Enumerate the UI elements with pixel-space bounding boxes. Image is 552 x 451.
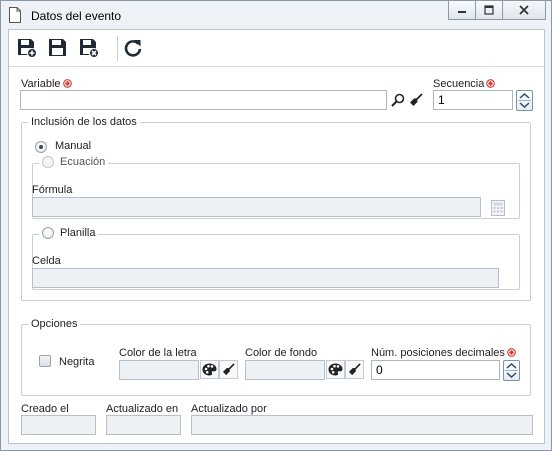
color-letra-label: Color de la letra (119, 347, 197, 359)
refresh-icon (124, 40, 142, 57)
color-fondo-picker-button[interactable] (326, 360, 345, 379)
color-fondo-swatch[interactable] (245, 360, 325, 380)
planilla-radio[interactable] (42, 227, 54, 239)
secuencia-label: Secuencia (433, 78, 485, 90)
save-icon (49, 39, 66, 56)
inclusion-legend: Inclusión de los datos (28, 116, 140, 128)
maximize-icon (484, 5, 494, 15)
actualizado-por-input (191, 415, 533, 435)
manual-radio[interactable] (35, 141, 47, 153)
required-icon (62, 79, 72, 88)
negrita-label: Negrita (59, 356, 95, 368)
secuencia-spinner[interactable] (516, 90, 533, 111)
decimales-label-row: Núm. posiciones decimales (371, 347, 516, 359)
close-icon (519, 5, 529, 15)
secuencia-label-row: Secuencia (433, 78, 496, 90)
palette-icon (328, 363, 343, 376)
color-fondo-clear-button[interactable] (345, 360, 364, 379)
broom-icon (409, 92, 423, 106)
save-and-new-icon (18, 39, 37, 58)
calculator-icon (490, 199, 505, 216)
variable-label-row: Variable (21, 78, 72, 90)
spinner-arrows-icon (518, 92, 531, 109)
actualizado-en-label: Actualizado en (106, 403, 179, 415)
negrita-checkbox[interactable] (39, 355, 51, 367)
formula-input[interactable] (32, 197, 481, 217)
ecuacion-legend: Ecuación (39, 156, 109, 168)
ecuacion-label: Ecuación (60, 156, 106, 168)
save-and-close-button[interactable] (79, 38, 99, 58)
actualizado-por-label: Actualizado por (191, 403, 267, 415)
title-bar[interactable]: Datos del evento (1, 1, 551, 29)
dialog-body: Variable Secuencia 1 Inclusión de los da… (8, 29, 545, 444)
dialog-window: Datos del evento Variable Secuencia 1 In… (0, 0, 552, 451)
actualizado-en-input (106, 415, 181, 435)
decimales-spinner[interactable] (503, 360, 520, 381)
decimales-label: Núm. posiciones decimales (371, 347, 505, 359)
refresh-button[interactable] (123, 38, 143, 58)
celda-input[interactable] (32, 268, 499, 288)
spinner-arrows-icon (505, 362, 518, 379)
save-and-close-icon (80, 39, 99, 58)
toolbar-separator (117, 36, 118, 61)
window-title: Datos del evento (31, 9, 122, 23)
save-button[interactable] (48, 38, 68, 58)
ecuacion-radio[interactable] (42, 156, 54, 168)
opciones-legend: Opciones (28, 318, 81, 330)
color-letra-picker-button[interactable] (200, 360, 219, 379)
variable-search-button[interactable] (388, 90, 407, 109)
color-letra-swatch[interactable] (119, 360, 199, 380)
formula-label: Fórmula (32, 184, 73, 196)
planilla-group: Planilla Celda (32, 227, 520, 290)
variable-clear-button[interactable] (406, 90, 425, 109)
palette-icon (202, 363, 217, 376)
broom-icon (222, 363, 235, 376)
manual-label: Manual (55, 140, 92, 152)
variable-input[interactable] (20, 90, 387, 110)
celda-label: Celda (32, 255, 61, 267)
creado-label: Creado el (21, 403, 69, 415)
color-fondo-label: Color de fondo (245, 347, 318, 359)
color-letra-clear-button[interactable] (219, 360, 238, 379)
minimize-icon (458, 11, 466, 13)
ecuacion-group: Ecuación Fórmula (32, 156, 520, 219)
close-button[interactable] (502, 1, 546, 20)
planilla-legend: Planilla (39, 227, 99, 239)
variable-label: Variable (21, 78, 61, 90)
formula-calculator-button[interactable] (488, 198, 507, 217)
search-icon (390, 93, 404, 107)
planilla-label: Planilla (60, 227, 96, 239)
required-icon (486, 79, 496, 88)
broom-icon (348, 363, 361, 376)
required-icon (507, 348, 516, 357)
save-and-new-button[interactable] (17, 38, 37, 58)
decimales-input[interactable] (371, 360, 500, 380)
opciones-group: Opciones Negrita Color de la letra Color… (21, 318, 531, 396)
secuencia-input[interactable] (433, 90, 513, 110)
minimize-button[interactable] (448, 1, 476, 20)
maximize-button[interactable] (475, 1, 503, 20)
toolbar (9, 30, 544, 67)
document-icon (9, 7, 21, 23)
inclusion-group: Inclusión de los datos Manual Ecuación F… (21, 116, 531, 301)
creado-input (21, 415, 96, 435)
